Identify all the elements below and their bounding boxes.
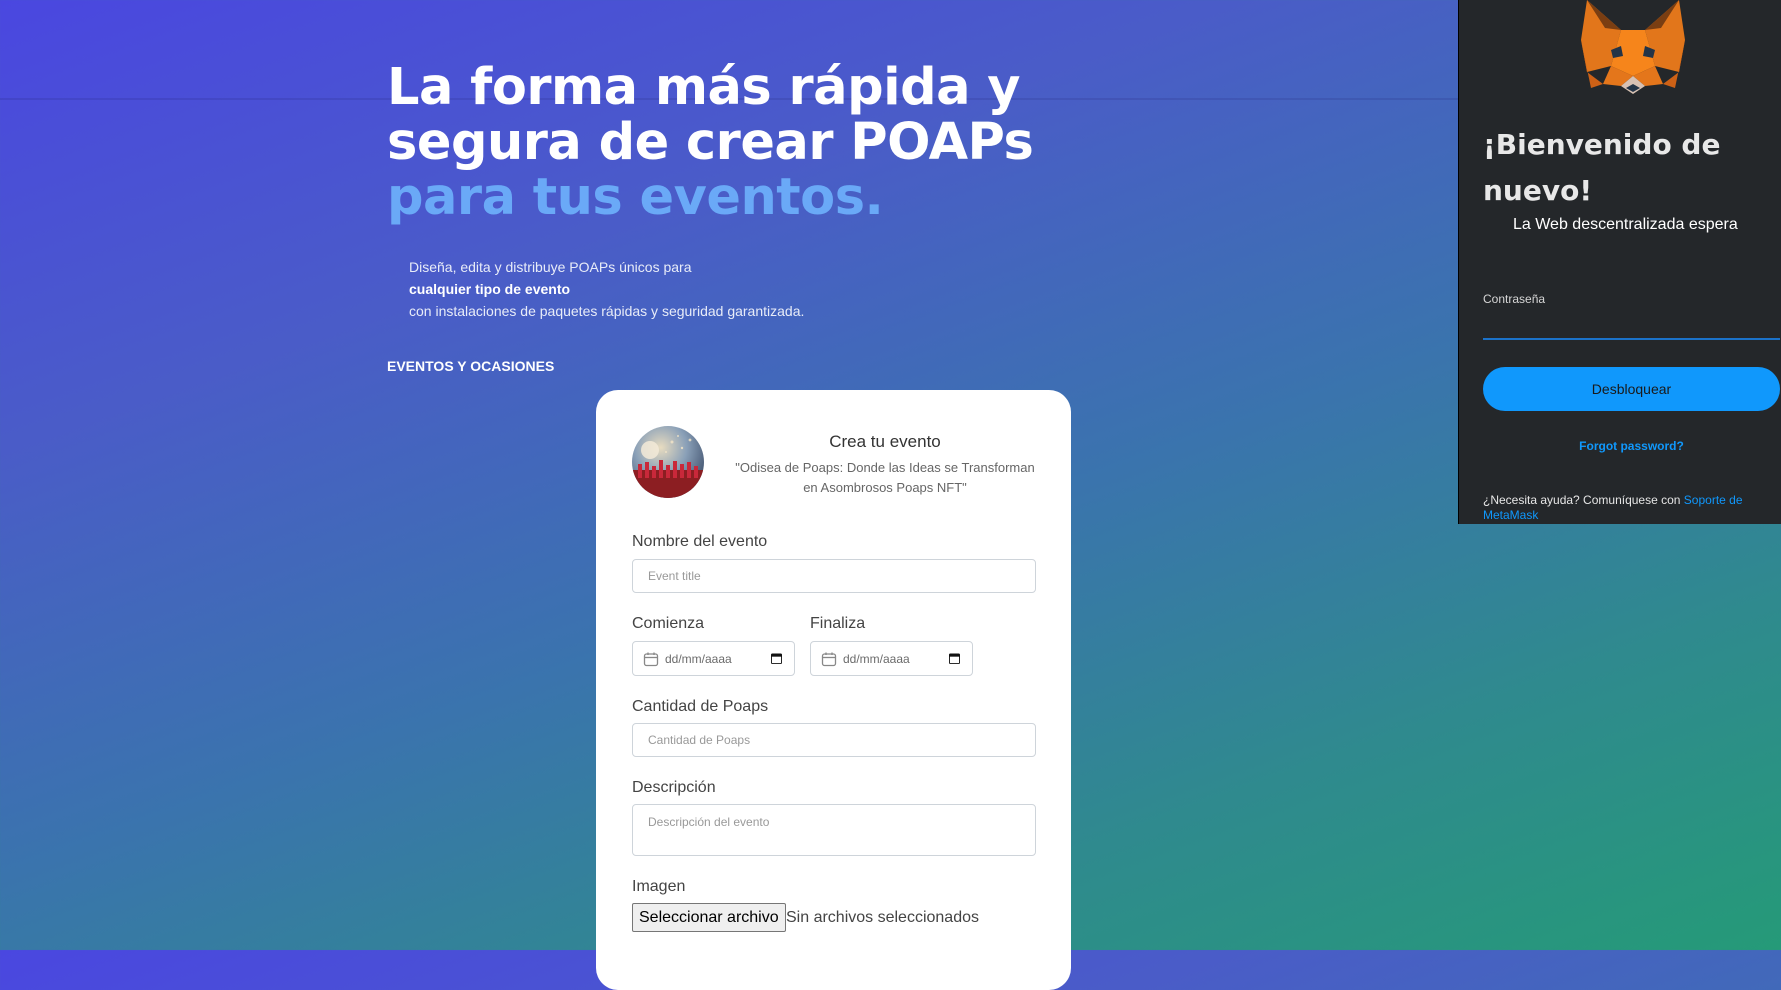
quantity-input[interactable]: Cantidad de Poaps xyxy=(632,723,1036,757)
password-input[interactable] xyxy=(1483,312,1780,340)
create-event-card: Crea tu evento "Odisea de Poaps: Donde l… xyxy=(596,390,1071,990)
image-label: Imagen xyxy=(632,878,686,895)
end-date-input[interactable]: dd/mm/aaaa xyxy=(810,641,973,676)
start-date-input[interactable]: dd/mm/aaaa xyxy=(632,641,795,676)
file-status: Sin archivos seleccionados xyxy=(786,909,979,926)
calendar-icon xyxy=(643,652,659,666)
unlock-button[interactable]: Desbloquear xyxy=(1483,367,1780,411)
quantity-label: Cantidad de Poaps xyxy=(632,698,769,715)
forgot-password-link[interactable]: Forgot password? xyxy=(1483,439,1780,453)
event-name-label: Nombre del evento xyxy=(632,533,768,550)
description-placeholder: Descripción del evento xyxy=(648,815,770,829)
hero-title-line2: segura de crear POAPs xyxy=(387,113,1034,172)
hero-heading: La forma más rápida y segura de crear PO… xyxy=(387,58,1034,227)
help-text: ¿Necesita ayuda? Comuníquese con Soporte… xyxy=(1483,493,1780,523)
date-picker-icon[interactable] xyxy=(771,653,782,664)
date-picker-icon[interactable] xyxy=(949,653,960,664)
quantity-placeholder: Cantidad de Poaps xyxy=(648,733,751,747)
metamask-fox-icon xyxy=(1581,0,1685,94)
calendar-icon xyxy=(821,652,837,666)
card-header: Crea tu evento "Odisea de Poaps: Donde l… xyxy=(632,426,1036,500)
hero-desc-bold: cualquier tipo de evento xyxy=(409,281,571,297)
card-subtitle: "Odisea de Poaps: Donde las Ideas se Tra… xyxy=(735,460,1035,495)
help-text-prefix: ¿Necesita ayuda? Comuníquese con xyxy=(1483,493,1684,507)
description-textarea[interactable]: Descripción del evento xyxy=(632,804,1036,856)
metamask-title: ¡Bienvenido de nuevo! xyxy=(1483,128,1721,207)
end-date-value: dd/mm/aaaa xyxy=(843,651,910,666)
hero-desc-line3: con instalaciones de paquetes rápidas y … xyxy=(409,303,805,319)
metamask-popup: ¡Bienvenido de nuevo! La Web descentrali… xyxy=(1458,0,1781,524)
event-name-input[interactable]: Event title xyxy=(632,559,1036,593)
metamask-subtitle: La Web descentralizada espera xyxy=(1513,216,1738,233)
hero-title: La forma más rápida y segura de crear PO… xyxy=(387,58,1034,227)
card-title: Crea tu evento xyxy=(829,432,941,451)
hero-description: Diseña, edita y distribuye POAPs únicos … xyxy=(409,256,804,322)
hero-desc-line1: Diseña, edita y distribuye POAPs únicos … xyxy=(409,259,692,275)
end-date-label: Finaliza xyxy=(810,615,866,632)
start-date-label: Comienza xyxy=(632,615,705,632)
event-avatar-image xyxy=(632,426,704,498)
description-label: Descripción xyxy=(632,779,716,796)
hero-title-accent: para tus eventos. xyxy=(387,168,884,227)
start-date-value: dd/mm/aaaa xyxy=(665,651,732,666)
event-name-placeholder: Event title xyxy=(648,569,701,583)
event-avatar xyxy=(632,426,704,498)
password-label: Contraseña xyxy=(1483,292,1546,306)
choose-file-button[interactable]: Seleccionar archivo xyxy=(632,903,786,932)
section-label: EVENTOS Y OCASIONES xyxy=(387,358,555,374)
hero-title-line1: La forma más rápida y xyxy=(387,58,1021,117)
